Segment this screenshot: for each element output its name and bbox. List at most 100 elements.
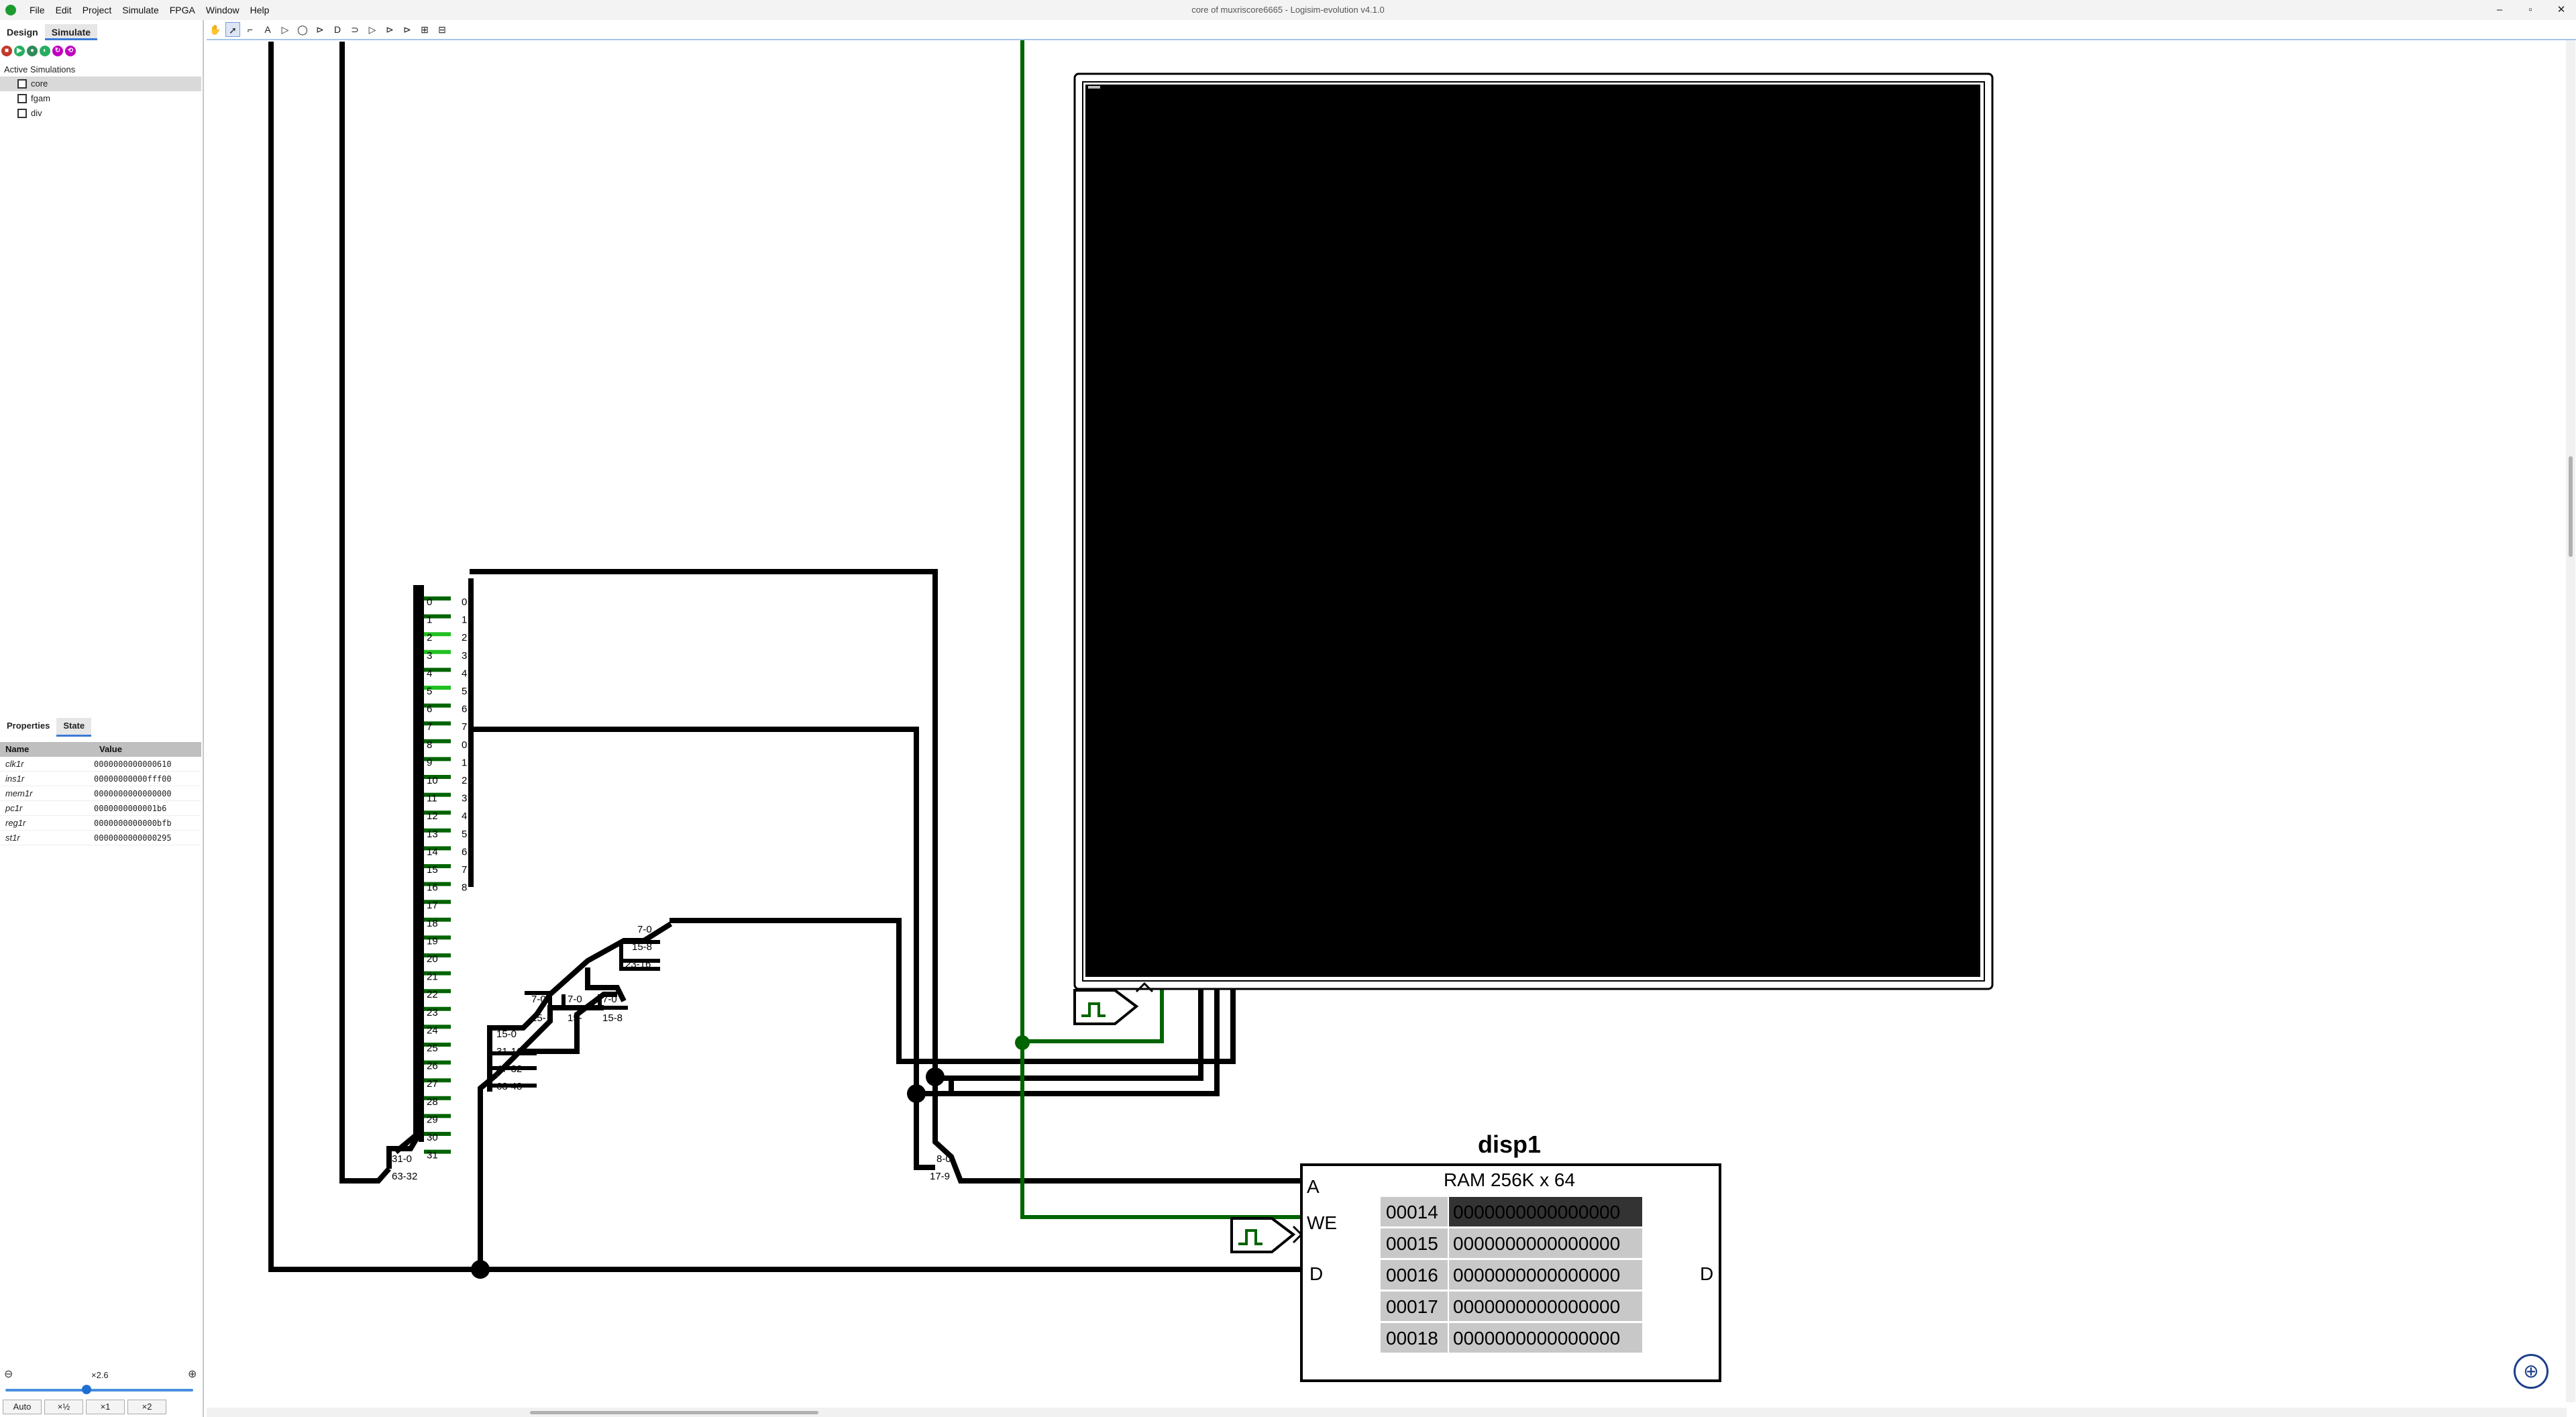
- ram-value: 0000000000000000: [1453, 1202, 1620, 1222]
- display-screen: [1085, 85, 1980, 977]
- zoom-half-button[interactable]: ×½: [44, 1400, 83, 1414]
- step-icon[interactable]: ▶: [14, 46, 25, 56]
- splitter-out-label: 1: [462, 757, 467, 768]
- menu-file[interactable]: File: [24, 0, 50, 20]
- splitter-out-label: 3: [462, 793, 467, 804]
- split-label-a2: 23-16: [625, 959, 651, 970]
- splitter-out-label: 1: [462, 615, 467, 626]
- or-gate-icon[interactable]: ⊃: [347, 22, 362, 37]
- tab-properties[interactable]: Properties: [0, 718, 56, 737]
- ram-pin-dout: D: [1700, 1263, 1713, 1284]
- simulation-toolbar: ■ ▶ ● ◐ ↻ ⟲: [1, 46, 76, 60]
- wire-junction: [471, 1260, 490, 1279]
- splitter-bit-label: 0: [427, 596, 432, 608]
- tab-state[interactable]: State: [56, 718, 92, 737]
- tick-half-icon[interactable]: ◐: [40, 46, 50, 56]
- menu-help[interactable]: Help: [245, 0, 275, 20]
- hand-tool-icon[interactable]: ✋: [208, 22, 223, 37]
- ram-addr: 00014: [1386, 1202, 1438, 1222]
- prop-value: 00000000000fff00: [94, 774, 172, 784]
- mode-tabs: Design Simulate: [0, 24, 98, 40]
- ram-value: 0000000000000000: [1453, 1328, 1620, 1349]
- zoom-slider-thumb[interactable]: [82, 1385, 91, 1394]
- table-row[interactable]: clk1r 0000000000000610: [0, 757, 201, 772]
- circuit-icon: [17, 79, 27, 89]
- splitter-bit-label: 13: [427, 829, 438, 840]
- ram-component[interactable]: disp1 RAM 256K x 64 A WE D D 00014 000000…: [1230, 1131, 1721, 1382]
- table-row[interactable]: reg1r 0000000000000bfb: [0, 816, 201, 831]
- zoom-1x-button[interactable]: ×1: [86, 1400, 125, 1414]
- split-label-c2: 47-32: [496, 1063, 522, 1075]
- table-row[interactable]: st1r 0000000000000295: [0, 831, 201, 845]
- splitter-out-label: 0: [462, 596, 467, 608]
- tree-item-label: fgam: [31, 93, 50, 103]
- prop-value: 0000000000000000: [94, 789, 172, 798]
- minimize-button[interactable]: –: [2486, 0, 2513, 20]
- split-label-b22: 15-8: [602, 1012, 623, 1024]
- prop-value: 0000000000001b6: [94, 804, 167, 813]
- close-button[interactable]: ✕: [2548, 0, 2575, 20]
- reset-icon[interactable]: ⟲: [65, 46, 76, 56]
- output-pin-icon[interactable]: ◯: [295, 22, 310, 37]
- prop-value: 0000000000000610: [94, 759, 172, 769]
- text-tool-icon[interactable]: A: [260, 22, 275, 37]
- ram-name: disp1: [1478, 1131, 1541, 1158]
- prop-value: 0000000000000295: [94, 833, 172, 843]
- video-display[interactable]: [1073, 72, 1994, 990]
- table-row[interactable]: ins1r 00000000000fff00: [0, 772, 201, 786]
- tree-item-fgam[interactable]: fgam: [0, 91, 201, 106]
- circuit-canvas[interactable]: 0 1 2 3 4 5 6 7 8 9 10 11 12 13 14 15 16 17 18 19 20 21 22 23 24…: [207, 39, 2576, 1408]
- menu-edit[interactable]: Edit: [50, 0, 77, 20]
- ram-value: 0000000000000000: [1453, 1265, 1620, 1285]
- splitter-out-label: 5: [462, 686, 467, 697]
- menu-simulate[interactable]: Simulate: [117, 0, 164, 20]
- maximize-button[interactable]: ▫: [2517, 0, 2544, 20]
- menu-fpga[interactable]: FPGA: [164, 0, 201, 20]
- navigate-crosshair-icon[interactable]: ⊕: [2514, 1354, 2548, 1389]
- nor-gate-icon[interactable]: ⊳: [382, 22, 397, 37]
- title-bar: File Edit Project Simulate FPGA Window H…: [0, 0, 2576, 20]
- tab-simulate[interactable]: Simulate: [44, 24, 98, 40]
- ram-clock[interactable]: [1230, 1217, 1296, 1253]
- tree-item-core[interactable]: core: [0, 76, 201, 91]
- splitter-bit-label: 30: [427, 1132, 438, 1143]
- appearance-icon[interactable]: ⊟: [435, 22, 449, 37]
- vertical-scrollbar[interactable]: [2566, 40, 2575, 1402]
- menu-project[interactable]: Project: [77, 0, 117, 20]
- header-value: Value: [99, 744, 122, 754]
- circuit-drawing[interactable]: 0123456789101112131415161718192021222324…: [207, 40, 2566, 1409]
- ram-value: 0000000000000000: [1453, 1296, 1620, 1317]
- vertical-scrollbar-thumb[interactable]: [2569, 456, 2573, 557]
- splitter-out-label: 6: [462, 846, 467, 857]
- table-row[interactable]: mem1r 0000000000000000: [0, 786, 201, 801]
- wire-tool-icon[interactable]: ⌐: [243, 22, 258, 37]
- tab-design[interactable]: Design: [0, 24, 45, 40]
- zoom-in-icon[interactable]: ⊕: [188, 1367, 197, 1381]
- horizontal-scrollbar-thumb[interactable]: [530, 1411, 818, 1414]
- tick-enable-icon[interactable]: ↻: [52, 46, 63, 56]
- zoom-out-icon[interactable]: ⊖: [4, 1367, 13, 1381]
- zoom-slider-track[interactable]: [5, 1389, 193, 1392]
- ram-pin-a: A: [1307, 1176, 1320, 1197]
- zoom-value: ×2.6: [91, 1370, 109, 1380]
- xor-gate-icon[interactable]: ⊳: [400, 22, 415, 37]
- logisim-window: File Edit Project Simulate FPGA Window H…: [0, 0, 2576, 1417]
- splitter-bit-label: 28: [427, 1096, 438, 1108]
- tree-item-div[interactable]: div: [0, 106, 201, 121]
- nand-gate-icon[interactable]: ▷: [365, 22, 380, 37]
- tool-bar: ✋ ➚ ⌐ A ▷ ◯ ⊳ D ⊃ ▷ ⊳ ⊳ ⊞ ⊟: [207, 20, 2576, 39]
- splitter-bit-label: 3: [427, 650, 432, 662]
- not-gate-icon[interactable]: ⊳: [313, 22, 327, 37]
- and-gate-icon[interactable]: D: [330, 22, 345, 37]
- table-row[interactable]: pc1r 0000000000001b6: [0, 801, 201, 816]
- zoom-auto-button[interactable]: Auto: [3, 1400, 42, 1414]
- select-tool-icon[interactable]: ➚: [225, 22, 240, 37]
- prop-name: pc1r: [5, 803, 23, 813]
- stop-icon[interactable]: ■: [1, 46, 12, 56]
- layout-icon[interactable]: ⊞: [417, 22, 432, 37]
- splitter-out-label: 5: [462, 829, 467, 840]
- input-pin-icon[interactable]: ▷: [278, 22, 292, 37]
- menu-window[interactable]: Window: [201, 0, 245, 20]
- zoom-2x-button[interactable]: ×2: [127, 1400, 166, 1414]
- tick-icon[interactable]: ●: [27, 46, 38, 56]
